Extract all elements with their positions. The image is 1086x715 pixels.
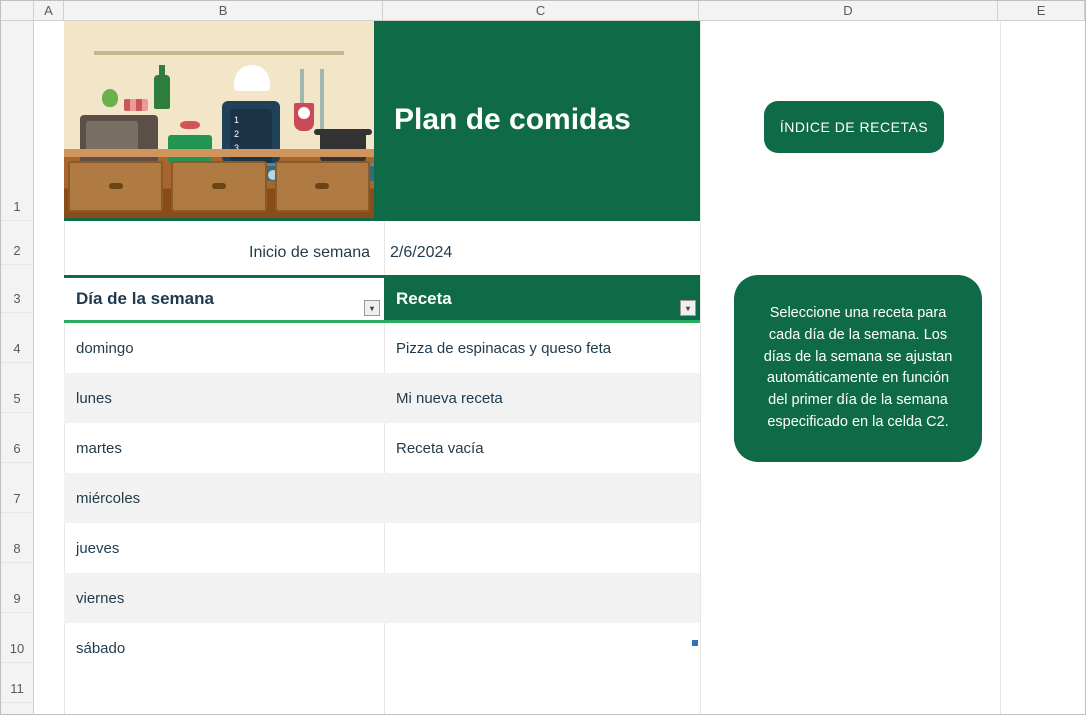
row-header-7[interactable]: 7	[1, 463, 33, 513]
header-recipe[interactable]: Receta ▾	[384, 278, 700, 323]
day-cell[interactable]: sábado	[64, 640, 384, 657]
day-cell[interactable]: viernes	[64, 590, 384, 607]
row-header-11[interactable]: 11	[1, 663, 33, 703]
table-row: jueves	[64, 523, 700, 573]
row-header-1[interactable]: 1	[1, 21, 33, 221]
select-all-corner[interactable]	[1, 1, 34, 21]
header-banner: Plan de comidas	[64, 21, 700, 221]
row-header-8[interactable]: 8	[1, 513, 33, 563]
instruction-callout: Seleccione una receta para cada día de l…	[734, 275, 982, 462]
week-start-label: Inicio de semana	[64, 244, 384, 262]
grid-content: Plan de comidas ÍNDICE DE RECETAS Inicio…	[34, 21, 1086, 715]
header-day-label: Día de la semana	[76, 289, 214, 309]
instruction-text: Seleccione una receta para cada día de l…	[764, 305, 953, 430]
week-start-row: Inicio de semana 2/6/2024	[64, 231, 700, 275]
day-cell[interactable]: jueves	[64, 540, 384, 557]
title-panel: Plan de comidas	[374, 21, 700, 218]
header-day[interactable]: Día de la semana ▾	[64, 278, 384, 323]
table-resize-handle-icon[interactable]	[692, 640, 698, 646]
day-cell[interactable]: miércoles	[64, 490, 384, 507]
recipe-cell[interactable]: Mi nueva receta	[384, 390, 700, 407]
day-cell[interactable]: martes	[64, 440, 384, 457]
row-header-2[interactable]: 2	[1, 221, 33, 265]
row-header-3[interactable]: 3	[1, 265, 33, 313]
row-header-5[interactable]: 5	[1, 363, 33, 413]
row-header-4[interactable]: 4	[1, 313, 33, 363]
recipe-index-label: ÍNDICE DE RECETAS	[780, 119, 928, 135]
recipe-index-button[interactable]: ÍNDICE DE RECETAS	[764, 101, 944, 153]
column-header-E[interactable]: E	[998, 1, 1085, 20]
column-headers: ABCDE	[34, 1, 1085, 21]
recipe-cell[interactable]: Pizza de espinacas y queso feta	[384, 340, 700, 357]
day-cell[interactable]: domingo	[64, 340, 384, 357]
row-header-10[interactable]: 10	[1, 613, 33, 663]
week-start-cell[interactable]: 2/6/2024	[384, 244, 700, 262]
column-header-A[interactable]: A	[34, 1, 64, 20]
table-row: miércoles	[64, 473, 700, 523]
table-row: martesReceta vacía	[64, 423, 700, 473]
table-row: sábado	[64, 623, 700, 673]
row-header-6[interactable]: 6	[1, 413, 33, 463]
table-row: lunesMi nueva receta	[64, 373, 700, 423]
row-headers: 1234567891011	[1, 21, 34, 715]
table-header: Día de la semana ▾ Receta ▾	[64, 275, 700, 323]
row-header-9[interactable]: 9	[1, 563, 33, 613]
column-header-D[interactable]: D	[699, 1, 998, 20]
kitchen-illustration	[64, 21, 374, 218]
filter-day-button[interactable]: ▾	[364, 300, 380, 316]
spreadsheet-sheet: ABCDE 1234567891011	[0, 0, 1086, 715]
day-cell[interactable]: lunes	[64, 390, 384, 407]
page-title: Plan de comidas	[394, 103, 631, 137]
column-header-B[interactable]: B	[64, 1, 383, 20]
table-row: domingoPizza de espinacas y queso feta	[64, 323, 700, 373]
table-row: viernes	[64, 573, 700, 623]
meal-plan-table: Día de la semana ▾ Receta ▾ domingoPizza…	[64, 275, 700, 673]
filter-recipe-button[interactable]: ▾	[680, 300, 696, 316]
column-header-C[interactable]: C	[383, 1, 698, 20]
recipe-cell[interactable]: Receta vacía	[384, 440, 700, 457]
header-recipe-label: Receta	[396, 289, 452, 309]
